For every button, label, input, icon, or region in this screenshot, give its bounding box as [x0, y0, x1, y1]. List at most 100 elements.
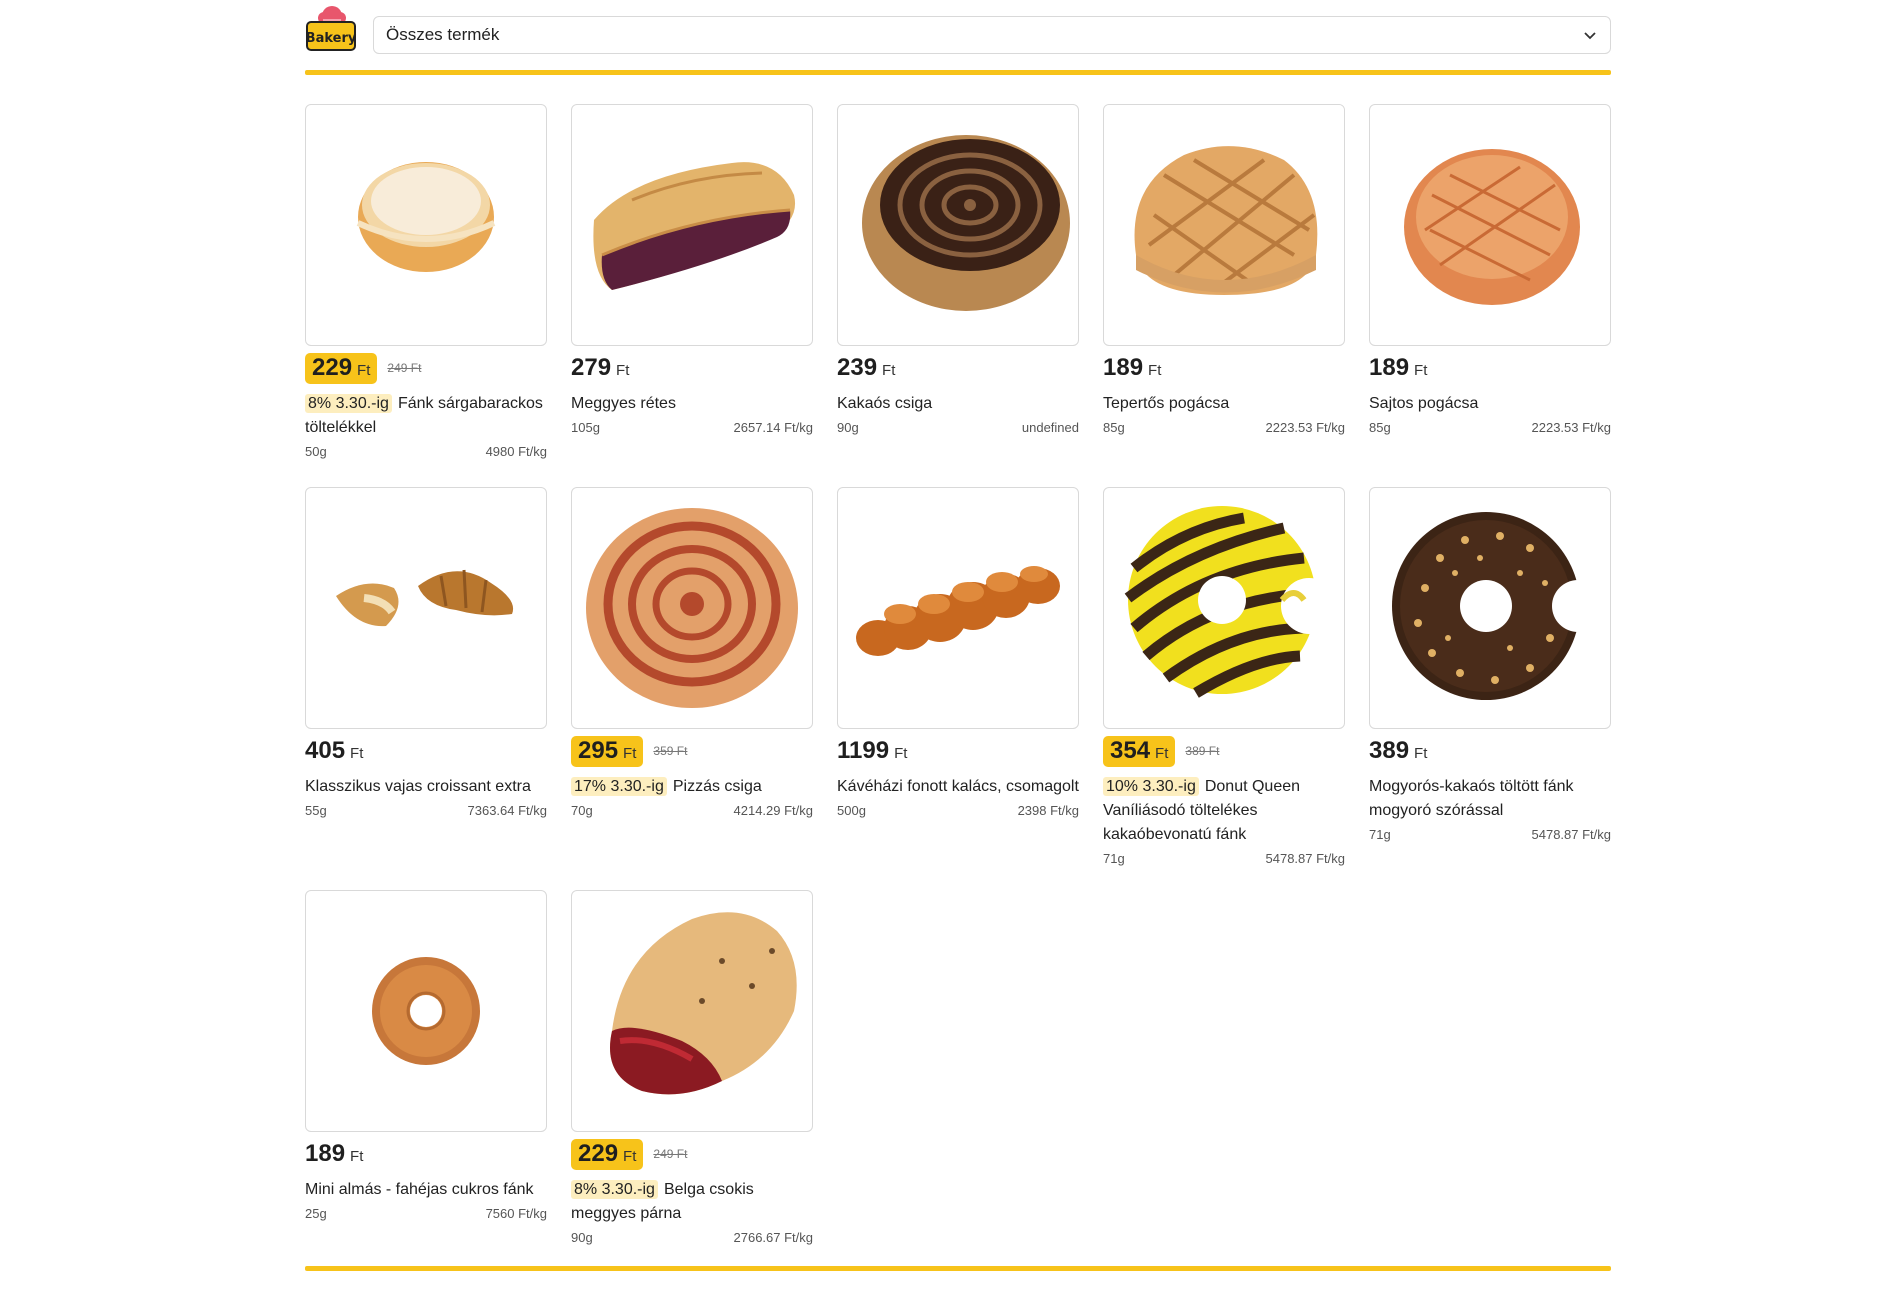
- cherry-strudel-image: [593, 162, 796, 290]
- product-weight: 85g: [1369, 420, 1391, 435]
- price-tag: 1199 Ft: [837, 736, 914, 767]
- product-weight: 85g: [1103, 420, 1125, 435]
- bottom-accent-bar: [305, 1266, 1611, 1271]
- product-name[interactable]: Meggyes rétes: [571, 395, 676, 412]
- mini-donut-image: [372, 957, 480, 1065]
- price-tag: 189 Ft: [1369, 353, 1434, 384]
- discount-badge: 10% 3.30.-ig: [1103, 777, 1199, 796]
- price-value: 229: [578, 1139, 619, 1167]
- price-currency: Ft: [882, 361, 896, 379]
- price-value: 189: [1103, 353, 1144, 381]
- hazelnut-donut-image: [1392, 512, 1604, 700]
- unit-price: 4980 Ft/kg: [485, 444, 547, 459]
- discount-badge: 17% 3.30.-ig: [571, 777, 667, 796]
- price-value: 189: [1369, 353, 1410, 381]
- price-currency: Ft: [894, 744, 908, 762]
- product-image[interactable]: [305, 890, 547, 1132]
- product-name[interactable]: Mogyorós-kakaós töltött fánk mogyoró szó…: [1369, 778, 1574, 819]
- discount-badge: 8% 3.30.-ig: [305, 394, 392, 413]
- price-value: 389: [1369, 736, 1410, 764]
- price-tag: 405 Ft: [305, 736, 370, 767]
- product-name[interactable]: Sajtos pogácsa: [1369, 395, 1478, 412]
- price-value: 295: [578, 736, 619, 764]
- apricot-donut-image: [356, 162, 496, 272]
- bakery-logo[interactable]: Bakery: [305, 4, 359, 54]
- product-name[interactable]: Pizzás csiga: [673, 778, 762, 795]
- product-weight: 71g: [1103, 851, 1125, 866]
- category-select[interactable]: Összes termék: [373, 16, 1611, 54]
- striped-donut-image: [1124, 506, 1337, 698]
- price-tag: 239 Ft: [837, 353, 902, 384]
- product-name[interactable]: Kakaós csiga: [837, 395, 932, 412]
- price-currency: Ft: [623, 1147, 637, 1165]
- unit-price: 4214.29 Ft/kg: [733, 803, 814, 818]
- product-weight: 500g: [837, 803, 866, 818]
- price-tag: 354 Ft: [1103, 735, 1176, 767]
- product-weight: 90g: [571, 1230, 593, 1245]
- old-price: 359 Ft: [653, 744, 688, 758]
- product-image[interactable]: [1103, 104, 1345, 346]
- price-value: 229: [312, 353, 353, 381]
- price-tag: 295 Ft: [571, 735, 644, 767]
- product-name[interactable]: Tepertős pogácsa: [1103, 395, 1229, 412]
- top-accent-bar: [305, 70, 1611, 75]
- old-price: 249 Ft: [387, 361, 422, 375]
- price-value: 279: [571, 353, 612, 381]
- price-currency: Ft: [1148, 361, 1162, 379]
- unit-price: undefined: [1021, 420, 1079, 435]
- unit-price: 5478.87 Ft/kg: [1531, 827, 1612, 842]
- price-tag: 389 Ft: [1369, 736, 1434, 767]
- product-weight: 55g: [305, 803, 327, 818]
- price-currency: Ft: [1155, 744, 1169, 762]
- price-value: 405: [305, 736, 346, 764]
- product-weight: 25g: [305, 1206, 327, 1221]
- product-name[interactable]: Klasszikus vajas croissant extra: [305, 778, 531, 795]
- unit-price: 5478.87 Ft/kg: [1265, 851, 1346, 866]
- product-image[interactable]: [1103, 487, 1345, 729]
- price-currency: Ft: [623, 744, 637, 762]
- braided-bread-image: [856, 566, 1060, 656]
- price-value: 354: [1110, 736, 1151, 764]
- unit-price: 7560 Ft/kg: [485, 1206, 547, 1221]
- unit-price: 2223.53 Ft/kg: [1265, 420, 1346, 435]
- product-weight: 50g: [305, 444, 327, 459]
- unit-price: 7363.64 Ft/kg: [467, 803, 548, 818]
- product-image[interactable]: [837, 487, 1079, 729]
- product-image[interactable]: [837, 104, 1079, 346]
- old-price: 249 Ft: [653, 1147, 688, 1161]
- price-value: 1199: [837, 736, 890, 764]
- product-image[interactable]: [571, 104, 813, 346]
- product-name[interactable]: Mini almás - fahéjas cukros fánk: [305, 1181, 534, 1198]
- product-weight: 70g: [571, 803, 593, 818]
- price-tag: 279 Ft: [571, 353, 636, 384]
- price-value: 239: [837, 353, 878, 381]
- product-image[interactable]: [571, 890, 813, 1132]
- price-tag: 189 Ft: [1103, 353, 1168, 384]
- unit-price: 2766.67 Ft/kg: [733, 1230, 814, 1245]
- product-image[interactable]: [305, 487, 547, 729]
- cocoa-roll-image: [862, 135, 1070, 311]
- price-currency: Ft: [1414, 744, 1428, 762]
- product-image[interactable]: [1369, 487, 1611, 729]
- cheese-scone-image: [1404, 149, 1580, 305]
- cherry-pillow-image: [610, 912, 797, 1095]
- croissant-image: [336, 569, 514, 627]
- product-name[interactable]: Kávéházi fonott kalács, csomagolt: [837, 778, 1079, 795]
- product-weight: 90g: [837, 420, 859, 435]
- price-currency: Ft: [350, 744, 364, 762]
- price-value: 189: [305, 1139, 346, 1167]
- category-select-value: Összes termék: [386, 25, 500, 44]
- product-image[interactable]: [305, 104, 547, 346]
- product-image[interactable]: [1369, 104, 1611, 346]
- logo-text: Bakery: [306, 31, 357, 46]
- discount-badge: 8% 3.30.-ig: [571, 1180, 658, 1199]
- price-currency: Ft: [616, 361, 630, 379]
- old-price: 389 Ft: [1185, 744, 1220, 758]
- header: Bakery Összes termék: [305, 4, 1611, 54]
- product-weight: 105g: [571, 420, 600, 435]
- price-tag: 229 Ft: [305, 352, 378, 384]
- unit-price: 2657.14 Ft/kg: [733, 420, 814, 435]
- price-tag: 229 Ft: [571, 1138, 644, 1170]
- product-image[interactable]: [571, 487, 813, 729]
- price-currency: Ft: [357, 361, 371, 379]
